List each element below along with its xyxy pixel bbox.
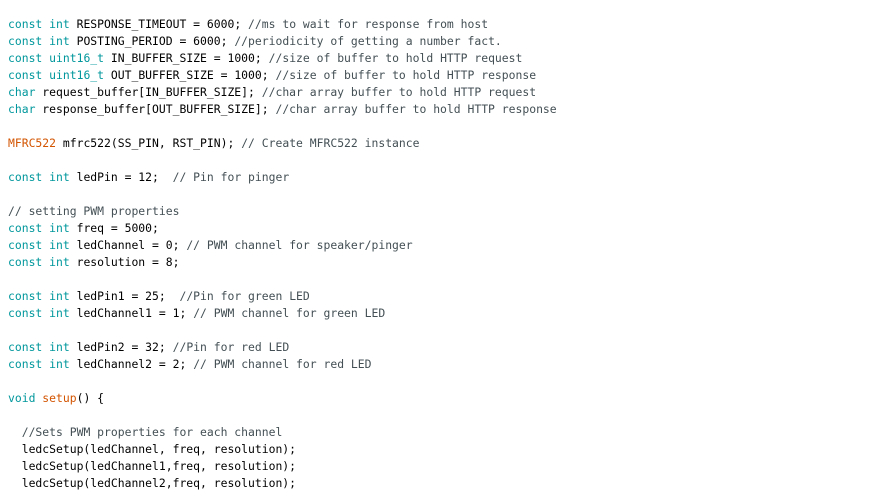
code-comment: // PWM channel for red LED bbox=[193, 357, 372, 371]
code-keyword: const bbox=[8, 289, 43, 303]
code-comment: //char array buffer to hold HTTP request bbox=[261, 85, 537, 99]
code-comment: // PWM channel for speaker/pinger bbox=[186, 238, 413, 252]
code-keyword: int bbox=[49, 238, 70, 252]
code-line[interactable]: const int ledChannel1 = 1; // PWM channe… bbox=[8, 305, 873, 322]
code-line[interactable]: const int freq = 5000; bbox=[8, 220, 873, 237]
code-line[interactable]: const int ledPin2 = 32; //Pin for red LE… bbox=[8, 339, 873, 356]
code-line[interactable]: const int RESPONSE_TIMEOUT = 6000; //ms … bbox=[8, 16, 873, 33]
code-type: MFRC522 bbox=[8, 136, 57, 150]
code-comment: //Pin for green LED bbox=[179, 289, 310, 303]
code-line[interactable]: const int resolution = 8; bbox=[8, 254, 873, 271]
code-keyword: int bbox=[49, 340, 70, 354]
code-text: freq = 5000; bbox=[69, 221, 159, 235]
code-keyword: const bbox=[8, 306, 43, 320]
code-line[interactable] bbox=[8, 322, 873, 339]
code-line[interactable]: const int ledPin = 12; // Pin for pinger bbox=[8, 169, 873, 186]
code-keyword: int bbox=[49, 170, 70, 184]
code-keyword: uint16_t bbox=[49, 68, 105, 82]
code-keyword: void bbox=[8, 391, 36, 405]
code-line[interactable]: const int ledChannel2 = 2; // PWM channe… bbox=[8, 356, 873, 373]
code-text: ledPin = 12; bbox=[69, 170, 173, 184]
code-keyword: int bbox=[49, 289, 70, 303]
code-line[interactable]: ledcSetup(ledChannel2,freq, resolution); bbox=[8, 475, 873, 492]
code-keyword: const bbox=[8, 255, 43, 269]
code-keyword: const bbox=[8, 34, 43, 48]
code-text: OUT_BUFFER_SIZE = 1000; bbox=[104, 68, 276, 82]
code-line[interactable]: void setup() { bbox=[8, 390, 873, 407]
code-line[interactable] bbox=[8, 407, 873, 424]
code-line[interactable]: const int ledPin1 = 25; //Pin for green … bbox=[8, 288, 873, 305]
code-comment: //periodicity of getting a number fact. bbox=[234, 34, 502, 48]
code-comment: //size of buffer to hold HTTP response bbox=[275, 68, 537, 82]
code-keyword: uint16_t bbox=[49, 51, 105, 65]
code-line[interactable]: const int ledChannel = 0; // PWM channel… bbox=[8, 237, 873, 254]
code-comment: //ms to wait for response from host bbox=[248, 17, 489, 31]
code-line[interactable]: ledcSetup(ledChannel, freq, resolution); bbox=[8, 441, 873, 458]
code-text: ledChannel2 = 2; bbox=[69, 357, 194, 371]
code-text: response_buffer[OUT_BUFFER_SIZE]; bbox=[35, 102, 276, 116]
code-line[interactable]: ledcSetup(ledChannel1,freq, resolution); bbox=[8, 458, 873, 475]
code-type: setup bbox=[42, 391, 77, 405]
code-comment: //size of buffer to hold HTTP request bbox=[268, 51, 523, 65]
code-keyword: const bbox=[8, 221, 43, 235]
code-keyword: const bbox=[8, 68, 43, 82]
code-keyword: char bbox=[8, 85, 36, 99]
code-keyword: const bbox=[8, 340, 43, 354]
code-text: ledcSetup(ledChannel2,freq, resolution); bbox=[8, 476, 297, 490]
code-line[interactable]: char response_buffer[OUT_BUFFER_SIZE]; /… bbox=[8, 101, 873, 118]
code-comment: // setting PWM properties bbox=[8, 204, 180, 218]
code-keyword: int bbox=[49, 34, 70, 48]
code-comment: //char array buffer to hold HTTP respons… bbox=[275, 102, 557, 116]
code-keyword: int bbox=[49, 17, 70, 31]
code-text: RESPONSE_TIMEOUT = 6000; bbox=[69, 17, 249, 31]
code-text: resolution = 8; bbox=[69, 255, 180, 269]
code-keyword: const bbox=[8, 238, 43, 252]
code-keyword: int bbox=[49, 221, 70, 235]
code-keyword: int bbox=[49, 306, 70, 320]
code-text: ledChannel = 0; bbox=[69, 238, 187, 252]
code-line[interactable]: MFRC522 mfrc522(SS_PIN, RST_PIN); // Cre… bbox=[8, 135, 873, 152]
code-comment: // Pin for pinger bbox=[172, 170, 290, 184]
code-line[interactable]: //Sets PWM properties for each channel bbox=[8, 424, 873, 441]
code-text: ledPin1 = 25; bbox=[69, 289, 180, 303]
code-line[interactable] bbox=[8, 152, 873, 169]
code-keyword: const bbox=[8, 170, 43, 184]
code-comment: //Sets PWM properties for each channel bbox=[21, 425, 283, 439]
code-text: ledPin2 = 32; bbox=[69, 340, 173, 354]
code-text: POSTING_PERIOD = 6000; bbox=[69, 34, 235, 48]
code-editor[interactable]: const int RESPONSE_TIMEOUT = 6000; //ms … bbox=[0, 0, 873, 491]
code-line[interactable]: const uint16_t OUT_BUFFER_SIZE = 1000; /… bbox=[8, 67, 873, 84]
code-line[interactable]: // setting PWM properties bbox=[8, 203, 873, 220]
code-text: request_buffer[IN_BUFFER_SIZE]; bbox=[35, 85, 262, 99]
code-comment: // Create MFRC522 instance bbox=[241, 136, 420, 150]
code-line[interactable]: const uint16_t IN_BUFFER_SIZE = 1000; //… bbox=[8, 50, 873, 67]
code-text: ledcSetup(ledChannel1,freq, resolution); bbox=[8, 459, 297, 473]
code-line[interactable] bbox=[8, 186, 873, 203]
code-text: mfrc522(SS_PIN, RST_PIN); bbox=[56, 136, 242, 150]
code-line[interactable] bbox=[8, 118, 873, 135]
code-keyword: const bbox=[8, 51, 43, 65]
code-keyword: int bbox=[49, 255, 70, 269]
code-text: ledcSetup(ledChannel, freq, resolution); bbox=[8, 442, 297, 456]
code-line[interactable]: char request_buffer[IN_BUFFER_SIZE]; //c… bbox=[8, 84, 873, 101]
code-keyword: int bbox=[49, 357, 70, 371]
code-text: () { bbox=[76, 391, 105, 405]
code-line[interactable] bbox=[8, 373, 873, 390]
code-text: ledChannel1 = 1; bbox=[69, 306, 194, 320]
code-text: IN_BUFFER_SIZE = 1000; bbox=[104, 51, 269, 65]
code-line[interactable]: const int POSTING_PERIOD = 6000; //perio… bbox=[8, 33, 873, 50]
code-comment: //Pin for red LED bbox=[172, 340, 290, 354]
code-comment: // PWM channel for green LED bbox=[193, 306, 386, 320]
code-keyword: const bbox=[8, 357, 43, 371]
code-keyword: const bbox=[8, 17, 43, 31]
code-keyword: char bbox=[8, 102, 36, 116]
code-line[interactable] bbox=[8, 271, 873, 288]
